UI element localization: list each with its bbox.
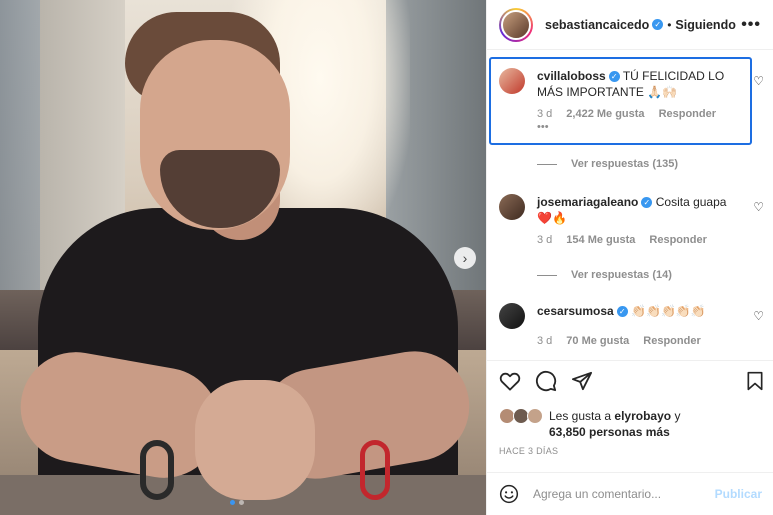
emoji-icon[interactable] <box>499 484 519 504</box>
action-bar <box>499 370 764 392</box>
separator: • <box>667 17 672 32</box>
likes-prefix: Les gusta a <box>549 409 612 423</box>
reply-button[interactable]: Responder <box>649 232 706 248</box>
comment-likes[interactable]: 70 Me gusta <box>566 333 629 349</box>
bookmark-icon[interactable] <box>746 371 764 391</box>
liker-avatars <box>499 408 545 426</box>
likes-summary[interactable]: Les gusta a elyrobayo y 63,850 personas … <box>499 408 680 440</box>
avatar <box>527 408 543 424</box>
comment-time[interactable]: 3 d <box>537 106 552 122</box>
comment-meta: 3 d 154 Me gusta Responder <box>537 232 742 248</box>
reply-button[interactable]: Responder <box>659 106 716 122</box>
reply-button[interactable]: Responder <box>643 333 700 349</box>
comment-likes[interactable]: 2,422 Me gusta <box>566 106 644 122</box>
heart-icon[interactable]: ♡ <box>753 74 764 88</box>
verified-icon: ✓ <box>641 197 653 209</box>
verified-icon: ✓ <box>616 306 628 318</box>
comment-meta: 3 d 2,422 Me gusta Responder <box>537 106 742 122</box>
chevron-right-icon[interactable]: › <box>454 247 476 269</box>
author-username[interactable]: sebastiancaicedo <box>545 18 649 32</box>
comment-username[interactable]: cesarsumosa <box>537 304 614 318</box>
view-replies-button[interactable]: Ver respuestas (135) <box>537 158 678 170</box>
comment-item: cvillaloboss ✓ TÚ FELICIDAD LO MÁS IMPORT… <box>499 68 764 133</box>
avatar[interactable] <box>499 194 525 220</box>
comment-more-button[interactable]: ••• <box>537 122 742 133</box>
carousel-dot <box>230 500 235 505</box>
divider-line <box>537 274 557 276</box>
bracelet <box>140 440 174 500</box>
comment-likes[interactable]: 154 Me gusta <box>566 232 635 248</box>
comment-time[interactable]: 3 d <box>537 333 552 349</box>
heart-icon[interactable]: ♡ <box>753 200 764 214</box>
view-replies-label: Ver respuestas (135) <box>571 158 679 170</box>
likes-and: y <box>674 409 681 423</box>
liker-username[interactable]: elyrobayo <box>614 409 671 423</box>
carousel-dots <box>230 500 244 505</box>
avatar[interactable] <box>499 68 525 94</box>
person-hands <box>195 380 315 500</box>
verified-icon: ✓ <box>652 19 664 30</box>
avatar <box>501 9 531 40</box>
comment-username[interactable]: josemariagaleano <box>537 195 638 209</box>
author-avatar-ring[interactable] <box>499 7 533 42</box>
comment-username[interactable]: cvillaloboss <box>537 69 606 83</box>
likes-count[interactable]: 63,850 personas más <box>549 425 670 439</box>
share-icon[interactable] <box>571 371 593 391</box>
divider <box>487 360 773 361</box>
verified-icon: ✓ <box>608 71 620 83</box>
post-header: sebastiancaicedo ✓ • Siguiendo ••• <box>487 0 773 50</box>
more-options-button[interactable]: ••• <box>741 16 761 34</box>
following-button[interactable]: Siguiendo <box>675 18 735 32</box>
post-timestamp[interactable]: HACE 3 DÍAS <box>499 446 558 456</box>
heart-icon[interactable] <box>499 371 521 391</box>
post-sidebar: sebastiancaicedo ✓ • Siguiendo ••• cvill… <box>486 0 773 515</box>
post-photo[interactable]: › <box>0 0 486 515</box>
comment-input[interactable] <box>533 487 715 501</box>
comment-item: josemariagaleano ✓ Cosita guapa ❤️🔥 3 d 1… <box>499 194 764 248</box>
divider-line <box>537 163 557 165</box>
view-replies-label: Ver respuestas (14) <box>571 269 672 281</box>
comment-item: cesarsumosa ✓ 👏🏻👏🏻👏🏻👏🏻👏🏻 3 d 70 Me gusta … <box>499 303 764 349</box>
heart-icon[interactable]: ♡ <box>753 309 764 323</box>
post-button[interactable]: Publicar <box>715 487 762 501</box>
comment-text: 👏🏻👏🏻👏🏻👏🏻👏🏻 <box>631 304 706 318</box>
comment-icon[interactable] <box>535 370 557 392</box>
avatar[interactable] <box>499 303 525 329</box>
bracelet <box>360 440 390 500</box>
comment-meta: 3 d 70 Me gusta Responder <box>537 333 742 349</box>
comment-time[interactable]: 3 d <box>537 232 552 248</box>
carousel-dot <box>239 500 244 505</box>
view-replies-button[interactable]: Ver respuestas (14) <box>537 269 672 281</box>
add-comment-bar: Publicar <box>487 472 773 515</box>
